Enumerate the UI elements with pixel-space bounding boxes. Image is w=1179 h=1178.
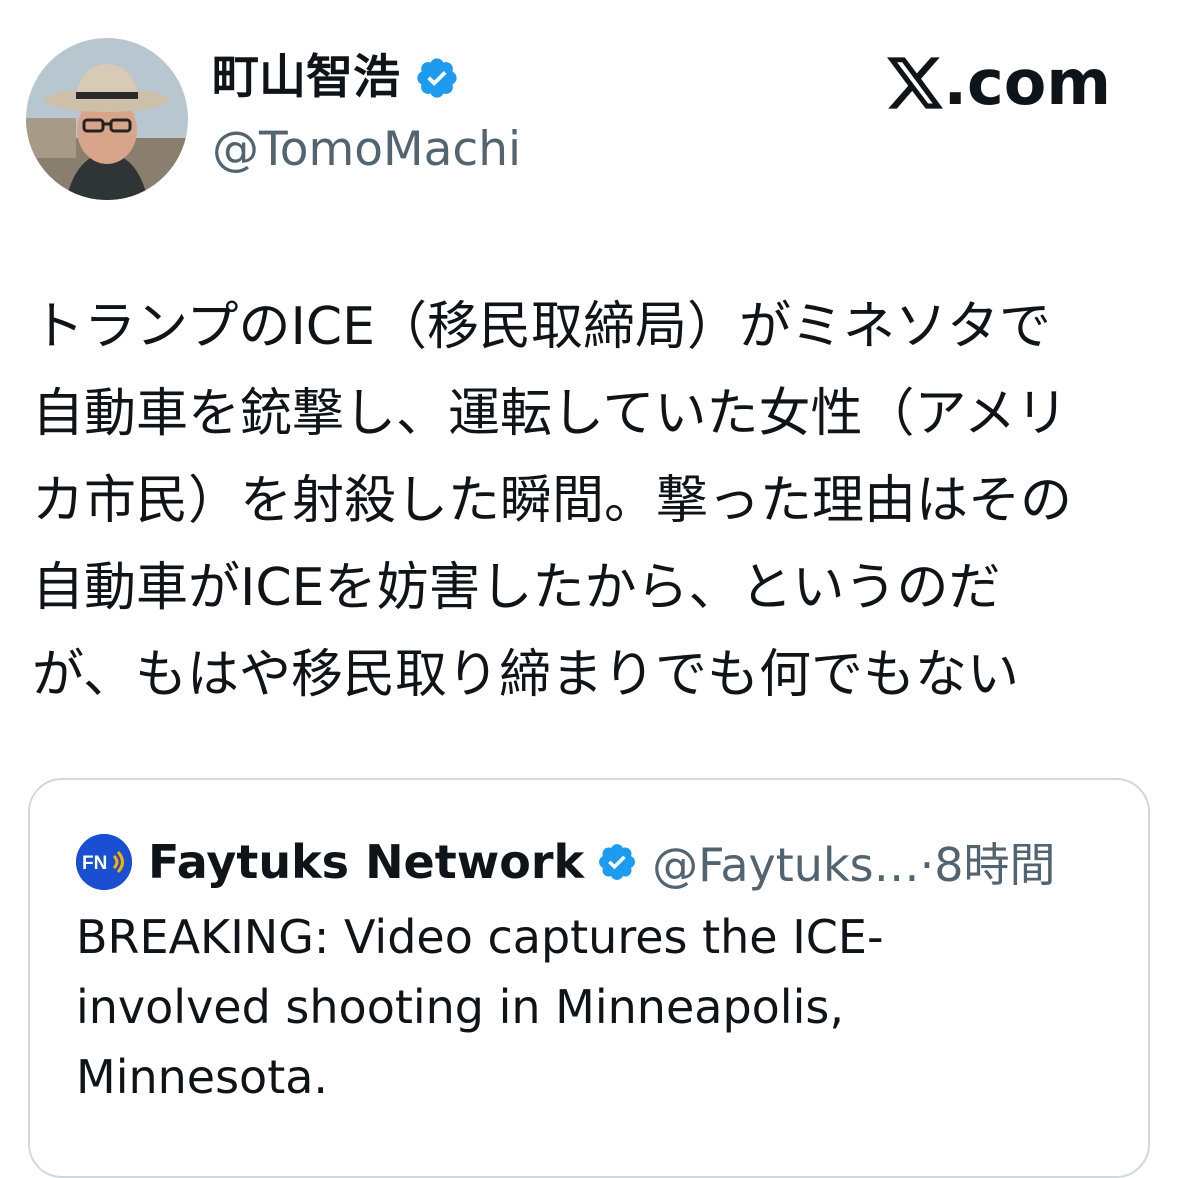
quoted-handle-time[interactable]: @Faytuks…·8時間	[652, 829, 1055, 895]
faytuks-logo-text: FN	[82, 853, 107, 874]
author-name[interactable]: 町山智浩	[212, 54, 460, 101]
quoted-line: Minnesota.	[76, 1050, 329, 1104]
tweet-text: トランプのICE（移民取締局）がミネソタで 自動車を銃撃し、運転していた女性（ア…	[32, 284, 1172, 719]
profile-photo-icon	[26, 38, 188, 200]
verified-badge-icon	[599, 844, 636, 880]
quoted-tweet-text: BREAKING: Video captures the ICE- involv…	[76, 902, 1116, 1112]
quoted-display-name[interactable]: Faytuks Network	[148, 835, 584, 889]
author-handle[interactable]: @TomoMachi	[212, 124, 521, 176]
author-avatar[interactable]	[26, 38, 188, 200]
tweet-line: 自動車がICEを妨害したから、というのだ	[32, 558, 1001, 618]
quoted-tweet-card[interactable]: FN Faytuks Network @Faytuks…·8時間 BREAKIN…	[28, 778, 1150, 1178]
quoted-tweet-header: FN Faytuks Network @Faytuks…·8時間	[76, 829, 1055, 895]
faytuks-logo-icon[interactable]: FN	[76, 834, 132, 890]
tweet-line: が、もはや移民取り締まりでも何でもない	[32, 645, 1019, 705]
site-mark: .com	[887, 52, 1111, 114]
tweet-line: 自動車を銃撃し、運転していた女性（アメリ	[32, 384, 1068, 444]
quoted-line: BREAKING: Video captures the ICE-	[76, 910, 884, 964]
verified-badge-icon	[417, 57, 457, 98]
site-domain: .com	[943, 46, 1111, 119]
x-logo-icon	[887, 57, 944, 109]
quoted-line: involved shooting in Minneapolis,	[76, 980, 844, 1034]
tweet-line: カ市民）を射殺した瞬間。撃った理由はその	[32, 471, 1073, 531]
tweet-line: トランプのICE（移民取締局）がミネソタで	[32, 297, 1051, 357]
author-display-name: 町山智浩	[212, 50, 400, 105]
